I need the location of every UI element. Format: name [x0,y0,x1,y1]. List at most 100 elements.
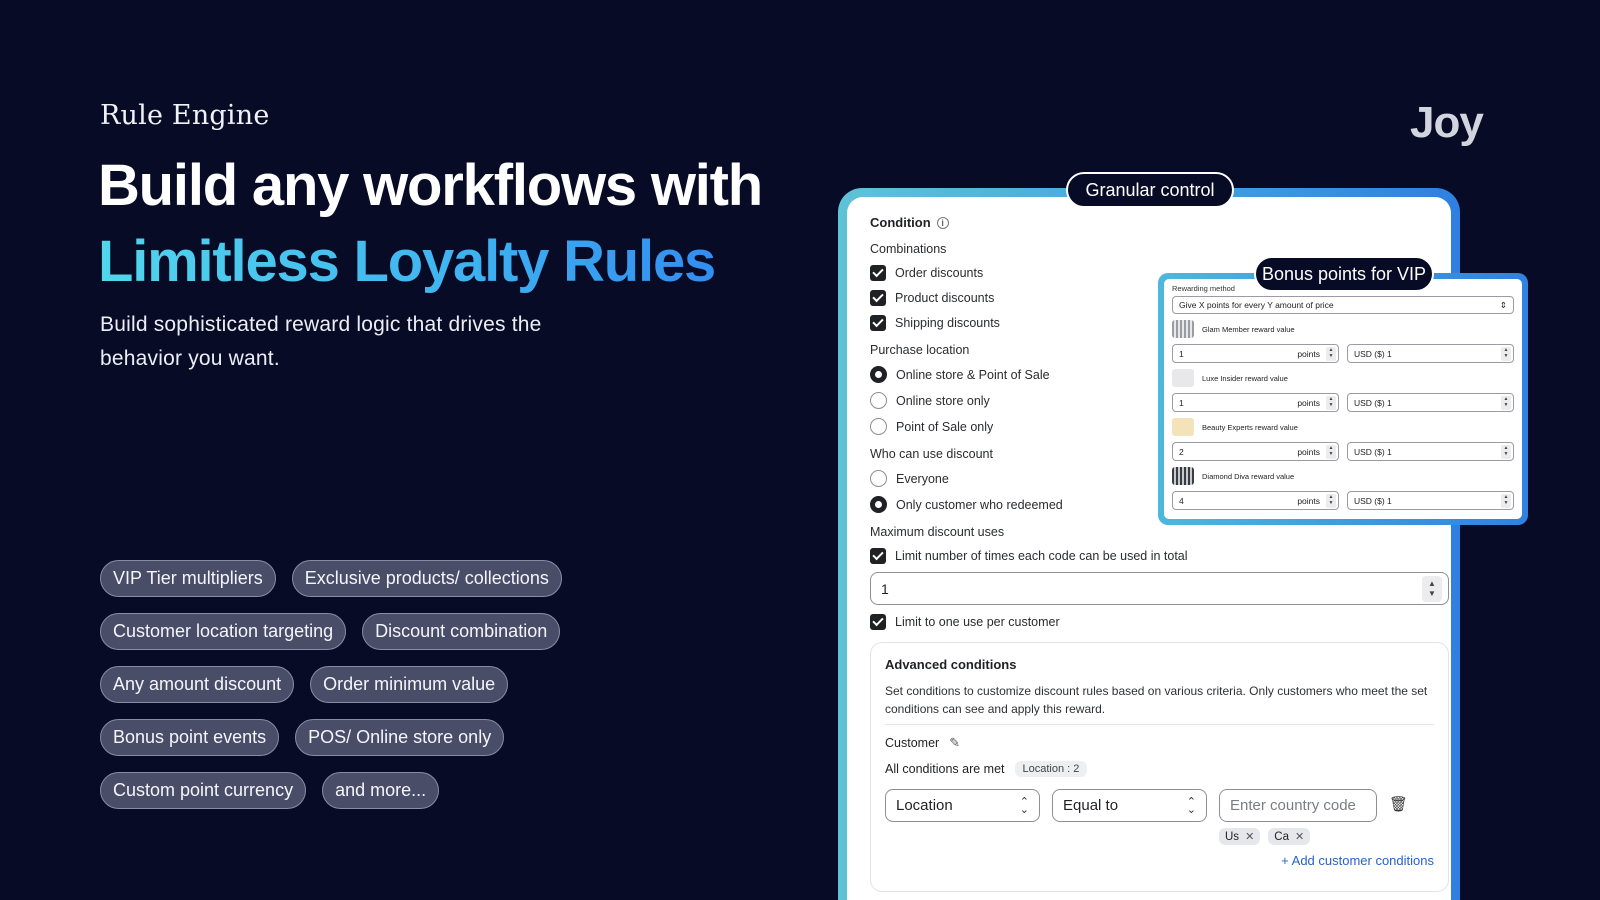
tier-label: Beauty Experts reward value [1202,422,1298,432]
operator-select[interactable]: Equal to ⌃ ⌄ [1052,789,1207,822]
feature-chip: Bonus point events [100,719,280,756]
country-code-input[interactable]: Enter country code [1219,789,1377,822]
points-input[interactable]: 2 points ▲ ▼ [1172,442,1339,461]
currency-input[interactable]: USD ($) 1 ▲ ▼ [1347,442,1514,461]
radio-label: Everyone [896,471,949,486]
points-input[interactable]: 1 points ▲ ▼ [1172,344,1339,363]
currency-value: USD ($) 1 [1354,495,1392,506]
checkbox-checked-icon[interactable] [870,548,886,564]
points-input[interactable]: 1 points ▲ ▼ [1172,393,1339,412]
checkbox-checked-icon[interactable] [870,614,886,630]
max-uses-label: Maximum discount uses [870,525,1005,539]
points-value: 2 [1179,446,1184,457]
tier-row-diamond: Diamond Diva reward value [1172,467,1514,485]
stepper-icon[interactable]: ▲ ▼ [1326,493,1336,508]
tier-label: Luxe Insider reward value [1202,373,1288,383]
joy-logo: Joy [1410,98,1484,147]
select-chevron-icon: ⇕ [1499,299,1507,310]
currency-value: USD ($) 1 [1354,446,1392,457]
condition-title: Condition [870,215,931,230]
operator-select-value: Equal to [1063,797,1119,814]
stepper-icon[interactable]: ▲ ▼ [1326,444,1336,459]
feature-chip: POS/ Online store only [295,719,505,756]
checkbox-checked-icon[interactable] [870,290,886,306]
points-value: 1 [1179,348,1184,359]
points-unit: points [1297,348,1320,359]
bonus-vip-badge: Bonus points for VIP [1254,256,1434,292]
remove-token-icon[interactable]: ✕ [1295,830,1304,843]
add-customer-conditions-link[interactable]: + Add customer conditions [885,853,1434,868]
points-value: 4 [1179,495,1184,506]
checkbox-checked-icon[interactable] [870,265,886,281]
tier-badge-image [1172,320,1194,338]
tier-values: 1 points ▲ ▼ USD ($) 1 ▲ ▼ [1172,344,1514,363]
checkbox-label: Limit number of times each code can be u… [895,549,1188,563]
feature-chip: VIP Tier multipliers [100,560,276,597]
tier-label: Diamond Diva reward value [1202,471,1295,481]
checkbox-label: Product discounts [895,291,995,305]
field-select-value: Location [896,797,953,814]
field-select[interactable]: Location ⌃ ⌄ [885,789,1040,822]
tier-badge-image [1172,418,1194,436]
checkbox-limit-per-customer[interactable]: Limit to one use per customer [870,614,1431,630]
feature-chip: Custom point currency [100,772,307,809]
chip-row: Any amount discount Order minimum value [100,666,620,703]
stepper-icon[interactable]: ▲ ▼ [1501,493,1511,508]
stepper-icon[interactable]: ▲ ▼ [1501,395,1511,410]
condition-heading: Condition i [870,215,1431,230]
tier-row-luxe: Luxe Insider reward value [1172,369,1514,387]
checkbox-checked-icon[interactable] [870,315,886,331]
vip-card: Rewarding method Give X points for every… [1164,279,1522,519]
conditions-met-row: All conditions are met Location : 2 [885,761,1434,777]
stepper-icon[interactable]: ▲ ▼ [1326,395,1336,410]
radio-icon[interactable] [870,470,887,487]
feature-chip: Customer location targeting [100,613,347,650]
checkbox-limit-total[interactable]: Limit number of times each code can be u… [870,548,1431,564]
stepper-icon[interactable]: ▲ ▼ [1422,575,1442,602]
rewarding-method-select[interactable]: Give X points for every Y amount of pric… [1172,296,1514,314]
points-input[interactable]: 4 points ▲ ▼ [1172,491,1339,510]
checkbox-label: Limit to one use per customer [895,615,1060,629]
trash-icon[interactable]: 🗑 [1389,795,1408,813]
radio-icon[interactable] [870,418,887,435]
country-token: Us ✕ [1219,828,1261,845]
tier-values: 1 points ▲ ▼ USD ($) 1 ▲ ▼ [1172,393,1514,412]
points-unit: points [1297,446,1320,457]
country-code-group: Enter country code Us ✕ Ca ✕ [1219,789,1377,845]
pencil-icon[interactable]: ✎ [949,735,960,751]
chip-row: Custom point currency and more... [100,772,620,809]
feature-chips: VIP Tier multipliers Exclusive products/… [100,560,620,825]
chip-row: Customer location targeting Discount com… [100,613,620,650]
radio-icon[interactable] [870,392,887,409]
currency-input[interactable]: USD ($) 1 ▲ ▼ [1347,491,1514,510]
advanced-conditions-description: Set conditions to customize discount rul… [885,684,1428,716]
granular-control-badge: Granular control [1066,172,1234,208]
stepper-icon[interactable]: ▲ ▼ [1326,346,1336,361]
all-met-label: All conditions are met [885,762,1005,776]
tier-badge-image [1172,369,1194,387]
divider [885,724,1434,725]
radio-label: Online store only [896,393,990,408]
location-count-badge: Location : 2 [1014,761,1088,777]
condition-row: Location ⌃ ⌄ Equal to ⌃ ⌄ Enter country co… [885,789,1434,845]
limit-number-value: 1 [881,580,889,597]
info-icon[interactable]: i [936,216,949,229]
currency-value: USD ($) 1 [1354,397,1392,408]
stepper-icon[interactable]: ▲ ▼ [1501,444,1511,459]
feature-chip: Discount combination [362,613,561,650]
points-unit: points [1297,397,1320,408]
radio-selected-icon[interactable] [870,496,887,513]
tier-row-glam: Glam Member reward value [1172,320,1514,338]
tier-values: 2 points ▲ ▼ USD ($) 1 ▲ ▼ [1172,442,1514,461]
feature-chip: Any amount discount [100,666,295,703]
remove-token-icon[interactable]: ✕ [1245,830,1254,843]
tier-row-beauty: Beauty Experts reward value [1172,418,1514,436]
feature-chip: Order minimum value [310,666,509,703]
currency-input[interactable]: USD ($) 1 ▲ ▼ [1347,393,1514,412]
limit-number-input[interactable]: 1 ▲ ▼ [870,572,1449,605]
stepper-icon[interactable]: ▲ ▼ [1501,346,1511,361]
customer-row: Customer ✎ [885,735,1434,751]
currency-input[interactable]: USD ($) 1 ▲ ▼ [1347,344,1514,363]
radio-selected-icon[interactable] [870,366,887,383]
country-token: Ca ✕ [1268,828,1311,845]
